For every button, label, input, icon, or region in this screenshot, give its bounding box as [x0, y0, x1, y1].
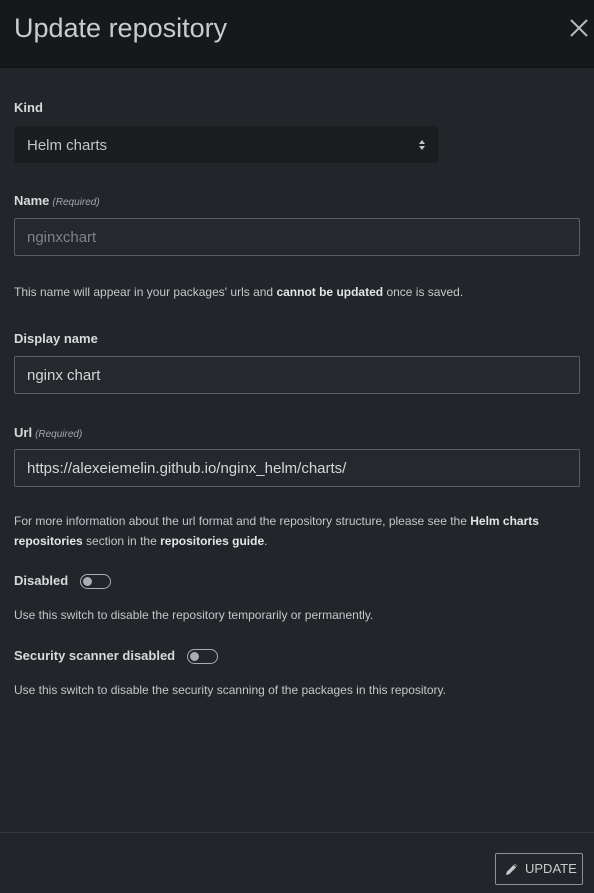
url-help-text-2: section in the	[82, 534, 161, 548]
name-help-text-1: This name will appear in your packages' …	[14, 285, 277, 299]
close-button[interactable]	[566, 15, 592, 41]
disabled-label: Disabled	[14, 573, 69, 588]
name-help: This name will appear in your packages' …	[14, 282, 463, 302]
name-required-hint: (Required)	[52, 197, 100, 208]
switch-knob	[189, 652, 199, 662]
url-help: For more information about the url forma…	[14, 511, 584, 551]
close-icon	[570, 19, 588, 37]
url-label-text: Url	[14, 425, 33, 440]
kind-select-value: Helm charts	[27, 137, 108, 154]
url-help-text-1: For more information about the url forma…	[14, 514, 471, 528]
scanner-label: Security scanner disabled	[14, 648, 176, 663]
url-label: Url (Required)	[14, 425, 82, 440]
update-repository-modal: Update repository Kind Helm charts Name(…	[0, 0, 594, 893]
display-name-label: Display name	[14, 331, 98, 346]
url-input[interactable]: https://alexeiemelin.github.io/nginx_hel…	[14, 449, 580, 487]
scanner-help: Use this switch to disable the security …	[14, 683, 446, 697]
scanner-switch[interactable]	[186, 649, 218, 665]
name-help-text-2: once is saved.	[383, 285, 464, 299]
kind-select[interactable]: Helm charts	[14, 126, 438, 163]
disabled-row: Disabled	[14, 573, 111, 590]
name-label: Name (Required)	[14, 193, 100, 208]
repositories-guide-link[interactable]: repositories guide	[160, 534, 264, 548]
name-input[interactable]: nginxchart	[14, 218, 580, 256]
update-button-label: UPDATE	[525, 861, 577, 876]
name-label-text: Name	[14, 193, 50, 208]
url-help-text-3: .	[264, 534, 268, 548]
display-name-input[interactable]: nginx chart	[14, 356, 580, 394]
modal-title: Update repository	[14, 13, 228, 43]
disabled-help: Use this switch to disable the repositor…	[14, 608, 374, 622]
select-arrows-icon	[419, 140, 425, 150]
update-button[interactable]: UPDATE	[495, 853, 583, 885]
url-required-hint: (Required)	[35, 429, 83, 440]
kind-label: Kind	[14, 100, 43, 115]
name-help-bold: cannot be updated	[276, 285, 384, 299]
scanner-row: Security scanner disabled	[14, 648, 218, 665]
pencil-icon	[506, 863, 518, 875]
modal-header: Update repository	[0, 0, 594, 68]
disabled-switch[interactable]	[79, 574, 111, 590]
switch-knob	[82, 577, 92, 587]
